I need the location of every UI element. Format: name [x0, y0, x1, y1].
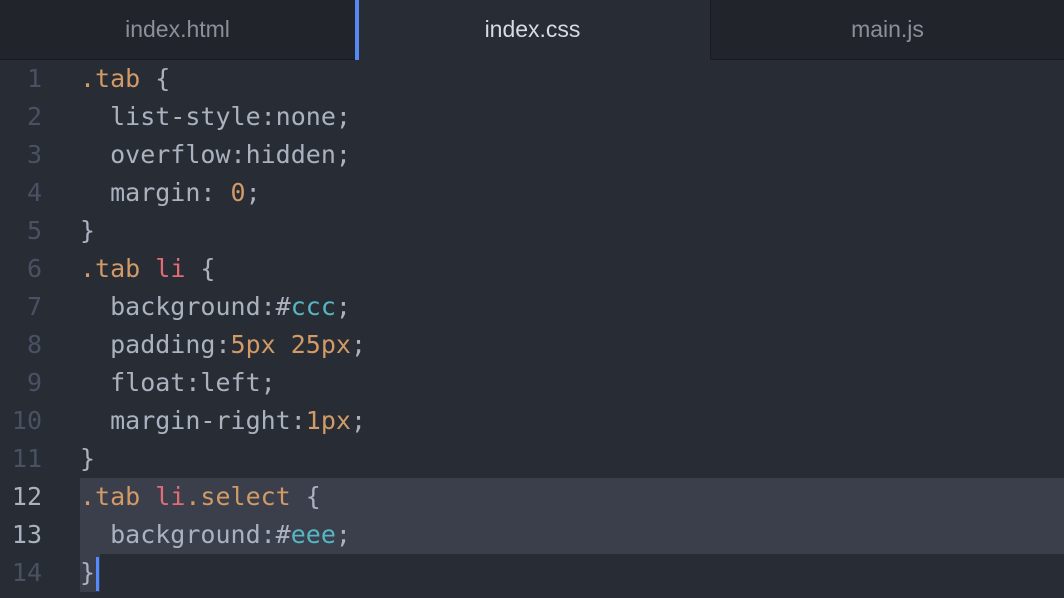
code-text[interactable]: } — [80, 554, 100, 592]
code-text[interactable]: padding:5px 25px; — [80, 326, 1064, 364]
code-token: { — [185, 254, 216, 283]
code-text[interactable]: margin: 0; — [80, 174, 1064, 212]
code-text[interactable]: float:left; — [80, 364, 1064, 402]
code-text[interactable]: overflow:hidden; — [80, 136, 1064, 174]
line-number: 9 — [26, 368, 42, 397]
code-token: padding: — [80, 330, 231, 359]
code-token: ; — [350, 406, 366, 435]
tab-bar: index.html index.css main.js — [0, 0, 1064, 60]
line-number: 3 — [26, 140, 42, 169]
line-number: 5 — [26, 216, 42, 245]
line-number: 12 — [11, 482, 42, 511]
line-number: 1 — [26, 64, 42, 93]
code-token: float:left; — [80, 368, 276, 397]
code-token: background:# — [80, 520, 291, 549]
code-editor[interactable]: 1 .tab {2 list-style:none; 3 overflow:hidd… — [0, 60, 1064, 598]
code-token: .tab — [80, 482, 156, 511]
line-number: 8 — [26, 330, 42, 359]
code-token: .select — [185, 482, 291, 511]
code-line[interactable]: 10 margin-right:1px; — [0, 402, 1064, 440]
code-text[interactable]: .tab li { — [80, 250, 1064, 288]
code-token: overflow:hidden; — [80, 140, 351, 169]
code-token: ; — [350, 330, 366, 359]
code-line[interactable]: 6 .tab li { — [0, 250, 1064, 288]
code-line[interactable]: 11} — [0, 440, 1064, 478]
code-line[interactable]: 13 background:#eee; — [0, 516, 1064, 554]
code-token: background:# — [80, 292, 291, 321]
code-token: list-style:none; — [80, 102, 351, 131]
code-token: .tab — [80, 64, 141, 93]
code-text[interactable]: .tab { — [80, 60, 1064, 98]
code-text[interactable]: } — [80, 440, 1064, 478]
code-token: ; — [245, 178, 261, 207]
code-token: } — [80, 444, 96, 473]
code-text[interactable]: .tab li.select { — [80, 478, 1064, 516]
code-token: 1px — [305, 406, 351, 435]
line-number: 11 — [11, 444, 42, 473]
code-token: eee — [290, 520, 336, 549]
code-line[interactable]: 3 overflow:hidden; — [0, 136, 1064, 174]
text-cursor — [96, 557, 100, 591]
code-line[interactable]: 5} — [0, 212, 1064, 250]
line-number: 10 — [11, 406, 42, 435]
code-line[interactable]: 4 margin: 0; — [0, 174, 1064, 212]
code-token: ; — [335, 520, 351, 549]
line-number: 7 — [26, 292, 42, 321]
code-token: .tab — [80, 254, 156, 283]
code-token: ccc — [290, 292, 336, 321]
code-line[interactable]: 1 .tab { — [0, 60, 1064, 98]
tab-index-css[interactable]: index.css — [355, 0, 710, 60]
code-token: { — [140, 64, 171, 93]
code-token: li — [155, 254, 186, 283]
code-token: } — [80, 216, 96, 245]
code-line[interactable]: 9 float:left; — [0, 364, 1064, 402]
tab-index-html[interactable]: index.html — [0, 0, 355, 60]
line-number: 6 — [26, 254, 42, 283]
code-text[interactable]: list-style:none; — [80, 98, 1064, 136]
line-number: 4 — [26, 178, 42, 207]
code-token: ; — [335, 292, 351, 321]
code-line[interactable]: 14} — [0, 554, 1064, 592]
code-line[interactable]: 8 padding:5px 25px; — [0, 326, 1064, 364]
code-token: margin-right: — [80, 406, 306, 435]
line-number: 13 — [11, 520, 42, 549]
code-line[interactable]: 12 .tab li.select { — [0, 478, 1064, 516]
line-number: 2 — [26, 102, 42, 131]
code-token: 5px 25px — [230, 330, 351, 359]
line-number: 14 — [11, 558, 42, 587]
code-line[interactable]: 7 background:#ccc; — [0, 288, 1064, 326]
tab-main-js[interactable]: main.js — [710, 0, 1064, 60]
code-line[interactable]: 2 list-style:none; — [0, 98, 1064, 136]
code-text[interactable]: } — [80, 212, 1064, 250]
code-text[interactable]: background:#eee; — [80, 516, 1064, 554]
code-token: margin: — [80, 178, 231, 207]
code-token: li — [155, 482, 186, 511]
code-token: } — [80, 558, 96, 587]
code-text[interactable]: background:#ccc; — [80, 288, 1064, 326]
code-text[interactable]: margin-right:1px; — [80, 402, 1064, 440]
code-token: { — [290, 482, 321, 511]
code-token: 0 — [230, 178, 246, 207]
